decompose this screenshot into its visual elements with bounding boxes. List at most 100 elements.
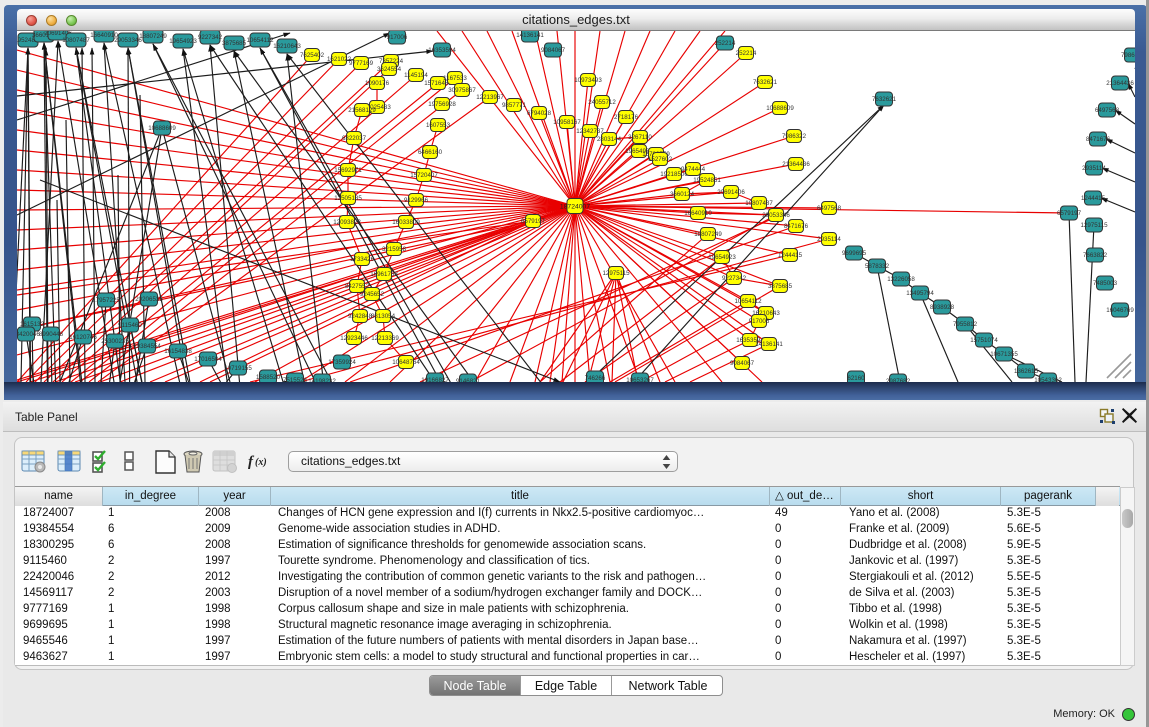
svg-text:(x): (x) <box>255 457 267 468</box>
svg-text:1362615: 1362615 <box>1014 368 1039 375</box>
svg-text:3267110: 3267110 <box>628 134 652 141</box>
svg-text:9227342: 9227342 <box>722 275 747 282</box>
svg-text:19756928: 19756928 <box>428 101 456 108</box>
svg-text:8471676: 8471676 <box>1086 136 1111 143</box>
svg-text:19524851: 19524851 <box>693 177 721 184</box>
svg-text:20206535: 20206535 <box>135 296 163 303</box>
svg-text:16640910: 16640910 <box>684 210 712 217</box>
svg-text:14136141: 14136141 <box>755 341 783 348</box>
svg-text:13495794: 13495794 <box>906 290 934 297</box>
svg-text:12213967: 12213967 <box>476 94 504 101</box>
svg-text:19654923: 19654923 <box>708 254 736 261</box>
svg-text:7663822: 7663822 <box>1083 252 1108 259</box>
svg-text:16033809: 16033809 <box>392 219 420 226</box>
svg-text:7632621: 7632621 <box>753 79 778 86</box>
svg-text:3624554: 3624554 <box>377 66 402 73</box>
svg-text:7632621: 7632621 <box>872 96 897 103</box>
svg-text:9115460: 9115460 <box>118 322 142 329</box>
svg-text:19654923: 19654923 <box>169 38 197 45</box>
svg-text:1090176: 1090176 <box>365 80 390 87</box>
svg-text:23420046: 23420046 <box>17 331 40 338</box>
svg-text:20691406: 20691406 <box>717 189 745 196</box>
svg-text:24055712: 24055712 <box>588 99 616 106</box>
svg-text:7955812: 7955812 <box>953 321 978 328</box>
svg-text:10688609: 10688609 <box>766 105 794 112</box>
svg-text:7485003: 7485003 <box>1093 280 1118 287</box>
svg-text:f: f <box>248 454 255 470</box>
svg-text:1621022: 1621022 <box>327 56 352 63</box>
svg-text:917006: 917006 <box>387 34 408 41</box>
svg-text:9777169: 9777169 <box>349 60 374 67</box>
svg-text:6794028: 6794028 <box>527 110 552 117</box>
svg-text:1607553: 1607553 <box>426 122 451 129</box>
svg-text:9242848: 9242848 <box>348 313 373 320</box>
svg-text:6497568: 6497568 <box>1095 107 1120 114</box>
svg-text:10648764: 10648764 <box>392 359 420 366</box>
svg-text:9699695: 9699695 <box>842 250 867 257</box>
svg-text:9245652: 9245652 <box>360 291 385 298</box>
svg-text:16154838: 16154838 <box>164 348 192 355</box>
svg-text:6497568: 6497568 <box>817 205 842 212</box>
svg-text:1588520: 1588520 <box>256 374 281 381</box>
svg-text:1167533: 1167533 <box>443 75 467 82</box>
svg-text:19384554: 19384554 <box>133 343 161 350</box>
svg-text:21364436: 21364436 <box>782 161 810 168</box>
svg-text:12093822: 12093822 <box>333 219 361 226</box>
svg-text:6466160: 6466160 <box>418 149 443 156</box>
svg-text:62160: 62160 <box>847 375 865 382</box>
svg-text:10688609: 10688609 <box>148 125 176 132</box>
svg-text:8990448: 8990448 <box>39 331 64 338</box>
svg-text:8938928: 8938928 <box>930 304 955 311</box>
svg-text:9857771: 9857771 <box>502 102 527 109</box>
svg-text:2935114: 2935114 <box>817 236 841 243</box>
svg-text:7625402: 7625402 <box>300 52 325 59</box>
svg-text:5878332: 5878332 <box>865 263 890 270</box>
svg-text:10654112: 10654112 <box>734 298 762 305</box>
svg-text:2935114: 2935114 <box>1082 165 1106 172</box>
svg-text:17016504: 17016504 <box>194 356 222 363</box>
svg-text:10671355: 10671355 <box>990 351 1018 358</box>
svg-text:7986322: 7986322 <box>782 133 807 140</box>
svg-text:6579197: 6579197 <box>521 218 546 225</box>
svg-text:10807487: 10807487 <box>62 37 90 44</box>
svg-text:21568129: 21568129 <box>348 107 376 114</box>
svg-text:1733426: 1733426 <box>350 256 375 263</box>
svg-text:252214: 252214 <box>715 40 736 47</box>
svg-text:17359924: 17359924 <box>328 359 356 366</box>
svg-text:16046769: 16046769 <box>1106 307 1134 314</box>
svg-text:30975867: 30975867 <box>448 87 476 94</box>
svg-text:6579197: 6579197 <box>1057 210 1082 217</box>
svg-text:10807487: 10807487 <box>745 200 773 207</box>
svg-text:10654112: 10654112 <box>246 37 274 44</box>
svg-text:252214: 252214 <box>736 50 757 57</box>
svg-text:8471676: 8471676 <box>784 223 809 230</box>
svg-text:10973493: 10973493 <box>574 77 602 84</box>
svg-text:9129966: 9129966 <box>404 197 429 204</box>
svg-text:29053346: 29053346 <box>762 212 790 219</box>
svg-text:2718176: 2718176 <box>614 114 639 121</box>
svg-text:18807249: 18807249 <box>139 33 167 40</box>
svg-text:1244415: 1244415 <box>1081 195 1106 202</box>
svg-text:12505135: 12505135 <box>334 195 362 202</box>
svg-text:16210643: 16210643 <box>273 43 301 50</box>
svg-text:14136141: 14136141 <box>516 32 544 39</box>
svg-text:10719155: 10719155 <box>224 365 252 372</box>
svg-text:12213369: 12213369 <box>371 335 399 342</box>
svg-text:13226058: 13226058 <box>887 276 915 283</box>
svg-text:1527602: 1527602 <box>648 156 673 163</box>
svg-text:1145194: 1145194 <box>404 72 428 79</box>
svg-text:746266: 746266 <box>585 375 606 382</box>
svg-text:25300235: 25300235 <box>101 338 129 345</box>
svg-text:15720407: 15720407 <box>410 172 438 179</box>
svg-text:917006: 917006 <box>749 318 770 325</box>
svg-text:16353594: 16353594 <box>428 47 456 54</box>
svg-text:8813054: 8813054 <box>371 313 396 320</box>
svg-text:7986322: 7986322 <box>1121 52 1135 59</box>
svg-text:15692971: 15692971 <box>334 167 362 174</box>
svg-text:17957225: 17957225 <box>92 297 120 304</box>
svg-text:16120746: 16120746 <box>69 334 97 341</box>
svg-text:10958167: 10958167 <box>553 119 581 126</box>
svg-text:15751074: 15751074 <box>970 337 998 344</box>
svg-text:3215958: 3215958 <box>382 246 407 253</box>
svg-text:18724007: 18724007 <box>560 203 590 210</box>
